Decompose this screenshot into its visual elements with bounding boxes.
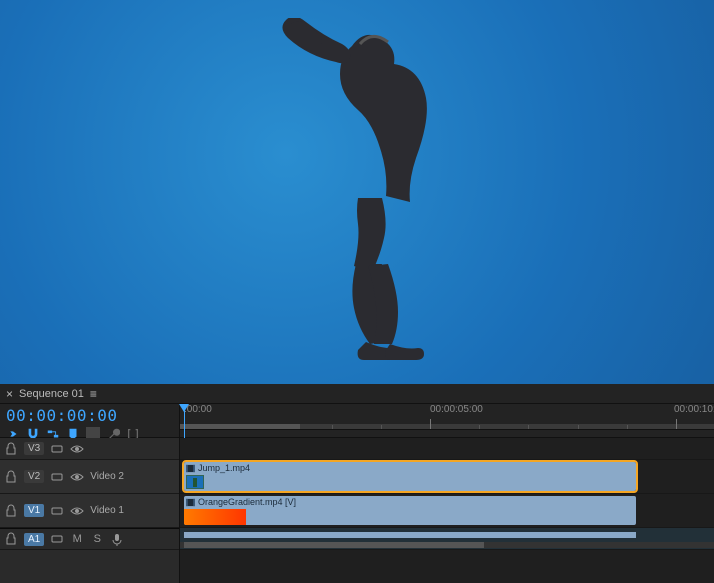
lane-v3[interactable]	[180, 438, 714, 460]
eye-icon[interactable]	[70, 470, 84, 484]
track-target-a1[interactable]: A1	[24, 533, 44, 546]
track-header-a1[interactable]: A1 M S	[0, 528, 179, 550]
lane-v1[interactable]: OrangeGradient.mp4 [V]	[180, 494, 714, 528]
track-target-v3[interactable]: V3	[24, 442, 44, 455]
lock-icon[interactable]	[4, 470, 18, 484]
clip-label: OrangeGradient.mp4 [V]	[198, 497, 296, 507]
track-header-v2[interactable]: V2 Video 2	[0, 460, 179, 494]
track-target-v1[interactable]: V1	[24, 504, 44, 517]
clip-video-icon	[186, 498, 195, 507]
voiceover-record-icon[interactable]	[110, 532, 124, 546]
clip-label: Jump_1.mp4	[198, 463, 250, 473]
lock-icon[interactable]	[4, 504, 18, 518]
solo-button[interactable]: S	[90, 532, 104, 546]
ruler-label: 00:00:05:00	[430, 404, 483, 415]
close-icon[interactable]: ×	[6, 387, 13, 401]
timeline-panel: × Sequence 01 ≡ 00:00:00:00	[0, 384, 714, 583]
eye-icon[interactable]	[70, 442, 84, 456]
lane-v2[interactable]: Jump_1.mp4	[180, 460, 714, 494]
sync-lock-icon[interactable]	[50, 532, 64, 546]
track-content-area[interactable]: Jump_1.mp4 OrangeGradient.mp4 [V]	[180, 438, 714, 583]
lock-icon[interactable]	[4, 442, 18, 456]
lane-a1[interactable]	[180, 528, 714, 550]
clip-audio-a1[interactable]	[184, 532, 636, 538]
clip-thumbnail	[184, 509, 246, 525]
track-name: Video 1	[90, 505, 124, 516]
timeline-hscroll-thumb[interactable]	[184, 542, 484, 548]
ruler-label: 00:00:10:00	[674, 404, 714, 415]
clip-orange-gradient[interactable]: OrangeGradient.mp4 [V]	[184, 496, 636, 525]
clip-jump[interactable]: Jump_1.mp4	[184, 462, 636, 491]
panel-menu-icon[interactable]: ≡	[90, 387, 98, 401]
playhead-timecode[interactable]: 00:00:00:00	[6, 406, 173, 425]
sync-lock-icon[interactable]	[50, 470, 64, 484]
track-name: Video 2	[90, 471, 124, 482]
eye-icon[interactable]	[70, 504, 84, 518]
track-target-v2[interactable]: V2	[24, 470, 44, 483]
track-headers: V3 V2 Video 2 V1 Video 1	[0, 438, 180, 583]
clip-thumbnail	[186, 475, 204, 489]
track-header-v1[interactable]: V1 Video 1	[0, 494, 179, 528]
sequence-tab[interactable]: Sequence 01	[19, 388, 84, 400]
program-monitor	[0, 0, 714, 384]
track-header-v3[interactable]: V3	[0, 438, 179, 460]
sync-lock-icon[interactable]	[50, 504, 64, 518]
timeline-panel-header: × Sequence 01 ≡	[0, 384, 714, 404]
preview-frame-figure	[260, 18, 440, 378]
clip-video-icon	[186, 464, 195, 473]
mute-button[interactable]: M	[70, 532, 84, 546]
ruler-label: :00:00	[184, 404, 212, 415]
sync-lock-icon[interactable]	[50, 442, 64, 456]
time-ruler[interactable]: :00:00 00:00:05:00 00:00:10:00	[180, 404, 714, 430]
lock-icon[interactable]	[4, 532, 18, 546]
